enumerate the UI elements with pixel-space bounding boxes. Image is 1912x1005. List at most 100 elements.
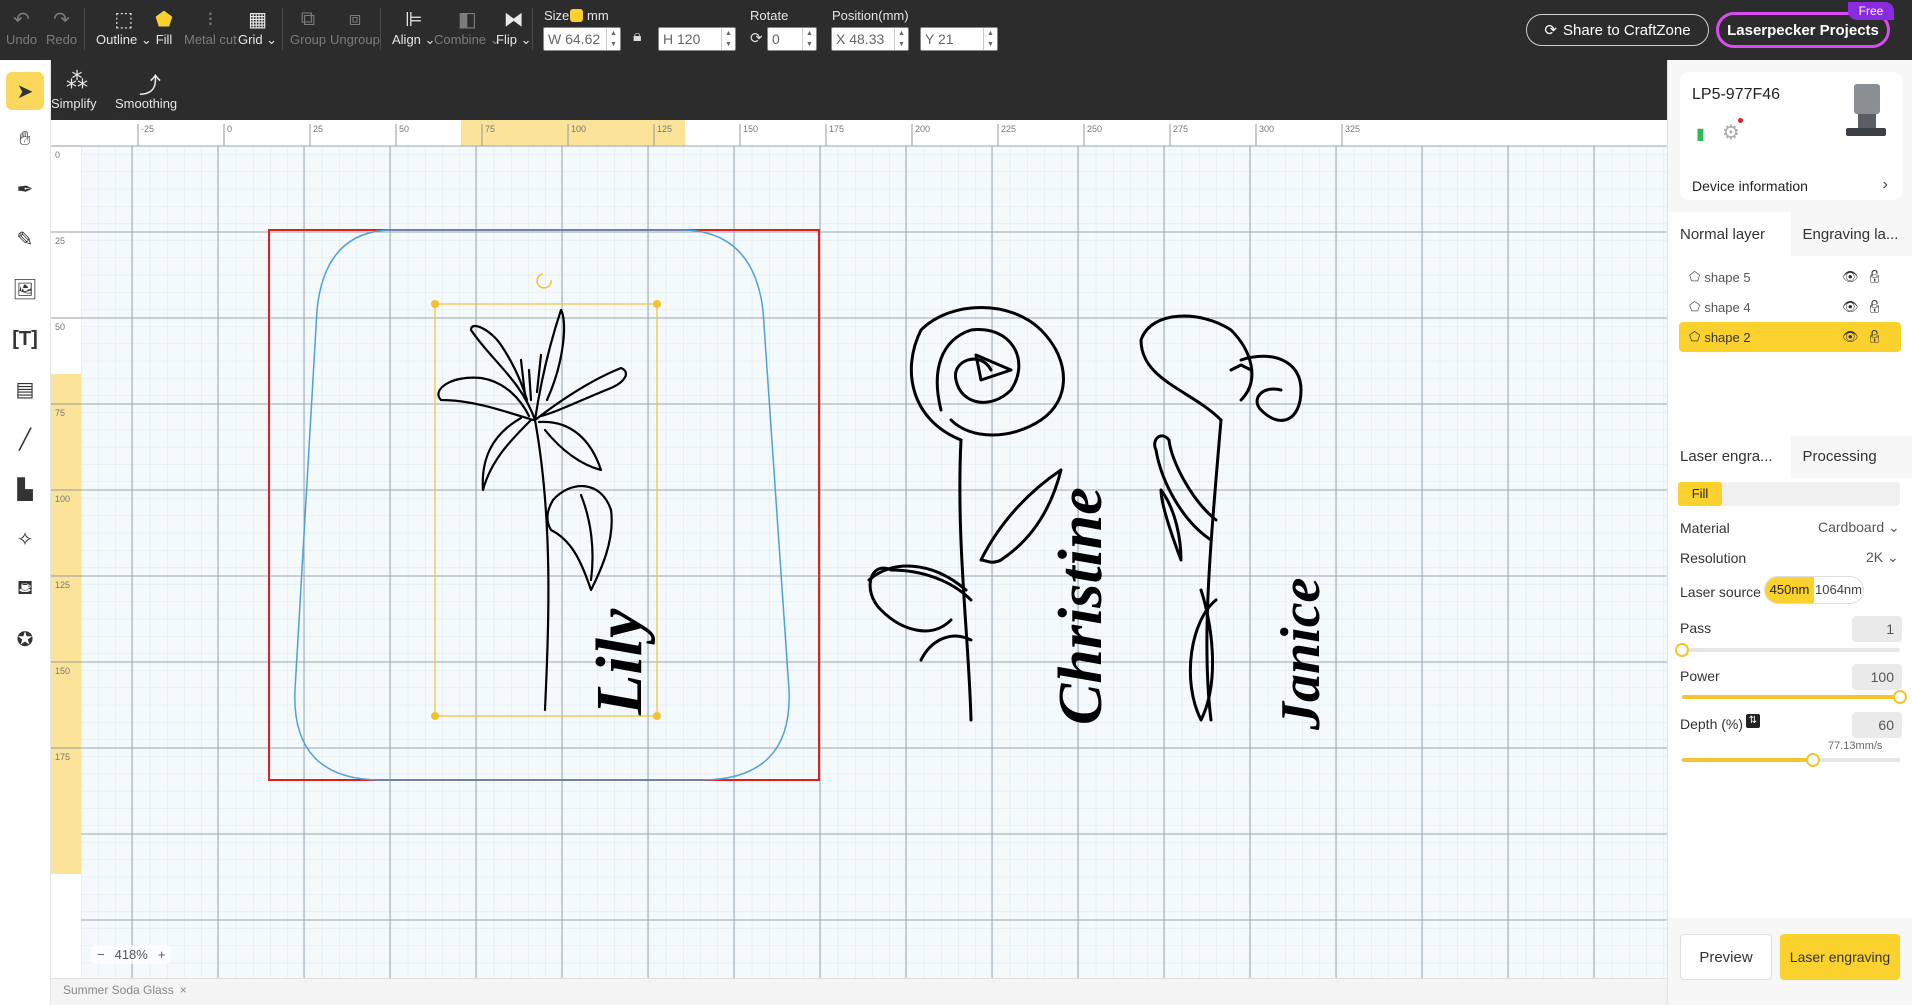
fill-bucket-tool[interactable]: ⛾ bbox=[6, 570, 44, 608]
pen-tool[interactable]: ✒ bbox=[6, 170, 44, 208]
resize-handle[interactable] bbox=[653, 300, 661, 308]
lock-icon[interactable]: 🔒︎ bbox=[633, 28, 642, 46]
preview-button[interactable]: Preview bbox=[1680, 934, 1772, 980]
redo-button[interactable]: ↷ Redo bbox=[46, 6, 77, 54]
group-button[interactable]: ⧉ Group bbox=[290, 6, 326, 54]
name-lily-text[interactable]: Lily bbox=[583, 608, 656, 716]
rotate-input[interactable]: 0 ▲ ▼ bbox=[767, 27, 817, 51]
flip-icon: ⧓ bbox=[503, 8, 524, 31]
battery-icon: ▮ bbox=[1696, 126, 1705, 143]
slider-knob[interactable] bbox=[1805, 753, 1820, 767]
spinner-icon[interactable]: ▲ ▼ bbox=[606, 28, 620, 50]
settings-gear-icon[interactable]: ⚙ bbox=[1722, 120, 1740, 145]
shape-tool[interactable]: ✧ bbox=[6, 520, 44, 558]
power-slider[interactable] bbox=[1682, 690, 1907, 704]
barcode-tool[interactable]: ▙ bbox=[6, 470, 44, 508]
path-icon: ⬠ bbox=[1689, 269, 1701, 284]
tab-laser-engraving[interactable]: Laser engra... bbox=[1668, 434, 1791, 478]
resize-handle[interactable] bbox=[431, 712, 439, 720]
image-tool[interactable]: 🖼︎ bbox=[6, 270, 44, 308]
size-label: Size bbox=[544, 8, 570, 23]
pan-tool[interactable]: ✋︎ bbox=[6, 120, 44, 158]
slider-knob[interactable] bbox=[1675, 643, 1689, 657]
pass-slider[interactable] bbox=[1675, 643, 1900, 657]
visibility-lock-icons[interactable]: 👁︎🔓︎ bbox=[1842, 269, 1891, 285]
height-input[interactable]: H 120 ▲ ▼ bbox=[658, 27, 736, 51]
visibility-lock-icons[interactable]: 👁︎🔓︎ bbox=[1842, 329, 1891, 345]
template-tool[interactable]: ▤ bbox=[6, 370, 44, 408]
document-tab[interactable]: Summer Soda Glass × bbox=[63, 983, 187, 997]
resolution-select[interactable]: 2K ⌄ bbox=[1866, 549, 1899, 566]
source-450nm-option[interactable]: 450nm bbox=[1765, 577, 1814, 603]
resize-handle[interactable] bbox=[431, 300, 439, 308]
tab-engraving-layer[interactable]: Engraving la... bbox=[1791, 212, 1912, 256]
ruler-label: 150 bbox=[55, 666, 70, 676]
ruler-label: 25 bbox=[55, 236, 65, 246]
ruler-label: -25 bbox=[141, 124, 154, 134]
design-canvas[interactable]: -25 0 25 50 75 100 125 150 175 200 225 250 275 300 325… bbox=[51, 120, 1667, 978]
flip-button[interactable]: ⧓ Flip ⌄ bbox=[496, 6, 531, 54]
ruler-label: 50 bbox=[399, 124, 409, 134]
combine-button[interactable]: ◧ Combine ⌄ bbox=[434, 6, 501, 54]
material-select[interactable]: Cardboard ⌄ bbox=[1818, 519, 1900, 536]
device-information-link[interactable]: Device information bbox=[1692, 178, 1808, 194]
spinner-icon[interactable]: ▲ ▼ bbox=[802, 28, 816, 50]
pass-input[interactable]: 1 bbox=[1852, 616, 1902, 642]
outline-button[interactable]: ⬚ Outline ⌄ bbox=[96, 6, 152, 54]
depth-slider[interactable] bbox=[1682, 753, 1900, 767]
badge-star-icon: ✪ bbox=[16, 628, 34, 651]
tab-normal-layer[interactable]: Normal layer bbox=[1668, 212, 1791, 256]
zoom-out-button[interactable]: − bbox=[97, 947, 105, 962]
source-1064nm-option[interactable]: 1064nm bbox=[1814, 577, 1863, 603]
ruler-label: 75 bbox=[55, 408, 65, 418]
settings-tabs: Laser engra... Processing bbox=[1668, 434, 1912, 478]
undo-button[interactable]: ↶ Undo bbox=[6, 6, 37, 54]
unit-toggle[interactable]: mm bbox=[570, 8, 609, 23]
name-janice-text[interactable]: Janice bbox=[1270, 578, 1332, 731]
width-input[interactable]: W 64.62 ▲ ▼ bbox=[543, 27, 621, 51]
align-button[interactable]: ⊫ Align ⌄ bbox=[392, 6, 435, 54]
spinner-icon[interactable]: ▲ ▼ bbox=[721, 28, 735, 50]
spinner-icon[interactable]: ▲ ▼ bbox=[983, 28, 997, 50]
metal-cut-button[interactable]: ⁝ Metal cut bbox=[184, 6, 237, 54]
share-to-craftzone-button[interactable]: ⟳ Share to CraftZone bbox=[1526, 14, 1709, 46]
fill-mode-button[interactable]: Fill bbox=[1678, 482, 1722, 506]
laser-engraving-button[interactable]: Laser engraving bbox=[1780, 934, 1900, 980]
close-icon[interactable]: × bbox=[180, 983, 187, 997]
spinner-icon[interactable]: ▲ ▼ bbox=[894, 28, 908, 50]
name-christine-text[interactable]: Christine bbox=[1047, 487, 1115, 725]
path-toolbar: ⁂ Simplify ⌄ ⤴ Smoothing ⌄ bbox=[51, 60, 1667, 126]
y-input[interactable]: Y 21 ▲ ▼ bbox=[920, 27, 998, 51]
visibility-lock-icons[interactable]: 👁︎🔓︎ bbox=[1842, 299, 1891, 315]
ruler-label: 125 bbox=[55, 580, 70, 590]
text-tool[interactable]: [T] bbox=[6, 320, 44, 358]
layer-row[interactable]: ⬠ shape 5 👁︎🔓︎ bbox=[1679, 262, 1901, 292]
select-tool[interactable]: ➤ bbox=[6, 72, 44, 110]
tab-processing[interactable]: Processing bbox=[1791, 434, 1912, 478]
depth-input[interactable]: 60 bbox=[1852, 712, 1902, 738]
ruler-label: 175 bbox=[55, 752, 70, 762]
layer-row[interactable]: ⬠ shape 4 👁︎🔓︎ bbox=[1679, 292, 1901, 322]
power-input[interactable]: 100 bbox=[1852, 664, 1902, 690]
grid-button[interactable]: ▦ Grid ⌄ bbox=[238, 6, 277, 54]
pencil-tool[interactable]: ✎ bbox=[6, 220, 44, 258]
mode-selector: Fill bbox=[1678, 482, 1900, 506]
paint-bucket-icon: ⛾ bbox=[16, 576, 34, 599]
elements-tool[interactable]: ✪ bbox=[6, 620, 44, 658]
ruler-label: 100 bbox=[55, 494, 70, 504]
depth-info-icon[interactable]: ⇅ bbox=[1746, 714, 1760, 728]
smoothing-button[interactable]: ⤴ Smoothing ⌄ bbox=[115, 68, 185, 127]
x-input[interactable]: X 48.33 ▲ ▼ bbox=[831, 27, 909, 51]
chevron-right-icon[interactable]: › bbox=[1883, 176, 1888, 194]
zoom-in-button[interactable]: + bbox=[158, 947, 166, 962]
ungroup-button[interactable]: ⧈ Ungroup bbox=[330, 6, 380, 54]
line-tool[interactable]: ╱ bbox=[6, 420, 44, 458]
outline-icon: ⬚ bbox=[114, 8, 134, 31]
slider-knob[interactable] bbox=[1893, 690, 1907, 704]
top-toolbar: ↶ Undo ↷ Redo ⬚ Outline ⌄ ⬟ Fill ⁝ Metal… bbox=[0, 0, 1912, 60]
fill-button[interactable]: ⬟ Fill bbox=[150, 6, 178, 54]
layer-list: ⬠ shape 5 👁︎🔓︎ ⬠ shape 4 👁︎🔓︎ ⬠ shape 2 … bbox=[1668, 256, 1912, 436]
layer-row-selected[interactable]: ⬠ shape 2 👁︎🔓︎ bbox=[1679, 322, 1901, 352]
canvas-svg[interactable]: -25 0 25 50 75 100 125 150 175 200 225 250 275 300 325… bbox=[51, 120, 1667, 978]
simplify-button[interactable]: ⁂ Simplify ⌄ bbox=[51, 68, 103, 127]
